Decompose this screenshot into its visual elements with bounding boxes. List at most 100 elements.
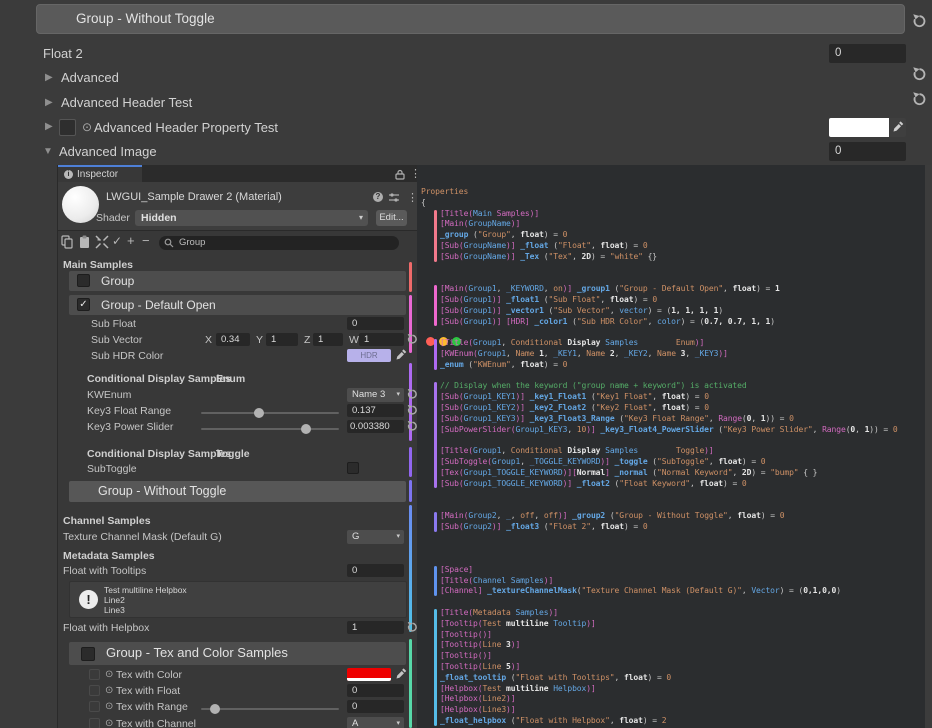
revert-icon[interactable] — [406, 388, 417, 400]
foldout-arrow[interactable]: ▶ — [45, 72, 53, 83]
slider-track[interactable] — [201, 428, 339, 430]
sub-vector-label: Sub Vector — [91, 334, 142, 346]
group-checkbox[interactable] — [77, 274, 90, 287]
helpbox-line: Test multiline Helpbox — [104, 585, 187, 595]
key3-power-slider-field[interactable]: 0.003380 — [347, 420, 404, 433]
sub-float-value: 0 — [352, 318, 357, 329]
apply-icon[interactable]: ✓ — [112, 234, 122, 248]
help-icon[interactable]: ? — [373, 192, 383, 202]
revert-icon[interactable] — [406, 404, 417, 416]
revert-icon[interactable] — [406, 621, 417, 633]
object-picker-icon[interactable]: ⊙ — [105, 685, 113, 696]
slider-track[interactable] — [201, 708, 339, 710]
kebab-icon[interactable]: ⋮ — [410, 167, 417, 180]
row-float2-field[interactable]: 0 — [829, 44, 906, 63]
remove-icon[interactable]: − — [142, 233, 150, 248]
vector-y-field[interactable]: 1 — [266, 333, 298, 346]
group-header-label: Group - Default Open — [101, 298, 216, 312]
slider-track[interactable] — [201, 412, 339, 414]
slider-knob[interactable] — [301, 424, 311, 434]
eyedropper-icon[interactable] — [395, 349, 407, 361]
sub-float-field[interactable]: 0 — [347, 317, 404, 330]
search-field[interactable]: Group — [159, 236, 399, 250]
row-float2-label: Float 2 — [43, 46, 83, 61]
section-gutter-bar — [434, 512, 437, 532]
row-advanced-image-field[interactable]: 0 — [829, 142, 906, 161]
object-picker-icon[interactable]: ⊙ — [105, 701, 113, 712]
kwenum-dropdown[interactable]: Name 3 ▾ — [347, 388, 404, 402]
property-checkbox[interactable] — [89, 685, 100, 696]
foldout-arrow-open[interactable]: ▼ — [43, 146, 53, 157]
sub-float-label: Sub Float — [91, 318, 136, 330]
row-advanced-label[interactable]: Advanced — [61, 70, 119, 85]
code-blank-line — [421, 371, 926, 382]
group-header-without-toggle[interactable]: Group - Without Toggle — [69, 481, 406, 502]
group-checkbox-checked[interactable]: ✓ — [77, 298, 90, 311]
code-line: [Sub(Group1_KEY2)] _key2_Float2 ("Key2 F… — [440, 403, 926, 414]
kebab-icon[interactable]: ⋮ — [407, 191, 417, 204]
group-header-without-toggle-top[interactable]: Group - Without Toggle — [36, 4, 905, 34]
revert-icon[interactable] — [406, 333, 417, 345]
paste-icon[interactable] — [78, 235, 91, 249]
revert-icon[interactable] — [911, 66, 927, 82]
eyedropper-icon[interactable] — [395, 668, 407, 680]
lock-icon[interactable] — [395, 169, 405, 180]
foldout-arrow[interactable]: ▶ — [45, 121, 53, 132]
code-blank-line — [421, 543, 926, 554]
add-icon[interactable]: + — [127, 233, 135, 248]
color-swatch-white[interactable] — [829, 118, 889, 137]
vector-w-label: W — [349, 334, 359, 346]
vector-z-field[interactable]: 1 — [313, 333, 343, 346]
subtoggle-checkbox[interactable] — [347, 462, 359, 474]
copy-icon[interactable] — [61, 235, 74, 249]
tex-channel-dropdown[interactable]: A ▾ — [347, 717, 404, 728]
tab-inspector[interactable]: i Inspector — [58, 165, 142, 182]
preset-icon[interactable] — [388, 192, 400, 203]
row-advanced-header-test-label[interactable]: Advanced Header Test — [61, 95, 192, 110]
slider-knob[interactable] — [254, 408, 264, 418]
object-picker-icon[interactable]: ⊙ — [105, 669, 113, 680]
tex-with-channel-label: Tex with Channel — [116, 718, 196, 728]
search-icon — [164, 238, 174, 248]
section-main-samples: Main Samples — [63, 259, 133, 271]
hdr-color-swatch[interactable]: HDR — [347, 349, 391, 362]
group-header-group[interactable]: Group — [69, 271, 406, 291]
channel-dropdown[interactable]: G ▾ — [347, 530, 404, 544]
revert-icon[interactable] — [911, 91, 927, 107]
key3-float-range-field[interactable]: 0.137 — [347, 404, 404, 417]
material-preview-sphere[interactable] — [62, 186, 99, 223]
section-gutter-bar — [434, 609, 437, 726]
row-ahpt-checkbox[interactable] — [59, 119, 76, 136]
slider-knob[interactable] — [210, 704, 220, 714]
tab-bar: i Inspector ⋮ — [58, 165, 417, 182]
edit-button[interactable]: Edit... — [376, 210, 407, 226]
row-advanced-image-label[interactable]: Advanced Image — [59, 144, 157, 159]
float-with-tooltips-field[interactable]: 0 — [347, 564, 404, 577]
object-picker-icon[interactable]: ⊙ — [105, 718, 113, 728]
group-header-default-open[interactable]: ✓ Group - Default Open — [69, 295, 406, 315]
color-swatch-red[interactable] — [347, 668, 391, 681]
group-checkbox[interactable] — [81, 647, 95, 661]
collapse-icon[interactable] — [95, 235, 109, 249]
code-line: { — [421, 198, 926, 209]
float-with-helpbox-field[interactable]: 1 — [347, 621, 404, 634]
eyedropper-button[interactable] — [890, 118, 906, 137]
property-checkbox[interactable] — [89, 701, 100, 712]
property-checkbox[interactable] — [89, 669, 100, 680]
tex-with-range-field[interactable]: 0 — [347, 700, 404, 713]
section-cond-enum-suffix: Enum — [216, 373, 245, 385]
vector-x-field[interactable]: 0.34 — [216, 333, 250, 346]
foldout-arrow[interactable]: ▶ — [45, 97, 53, 108]
vector-w-field[interactable]: 1 — [359, 333, 404, 346]
revert-icon[interactable] — [911, 13, 927, 29]
revert-icon[interactable] — [406, 420, 417, 432]
shader-dropdown[interactable]: Hidden ▾ — [135, 210, 368, 226]
object-picker-icon[interactable]: ⊙ — [82, 120, 92, 134]
chevron-down-icon: ▾ — [396, 388, 400, 402]
tex-with-float-field[interactable]: 0 — [347, 684, 404, 697]
texture-channel-mask-label: Texture Channel Mask (Default G) — [63, 531, 222, 543]
channel-value: G — [352, 530, 359, 544]
property-checkbox[interactable] — [89, 718, 100, 728]
section-channel-samples: Channel Samples — [63, 515, 151, 527]
group-header-tex-color[interactable]: Group - Tex and Color Samples — [69, 642, 406, 665]
